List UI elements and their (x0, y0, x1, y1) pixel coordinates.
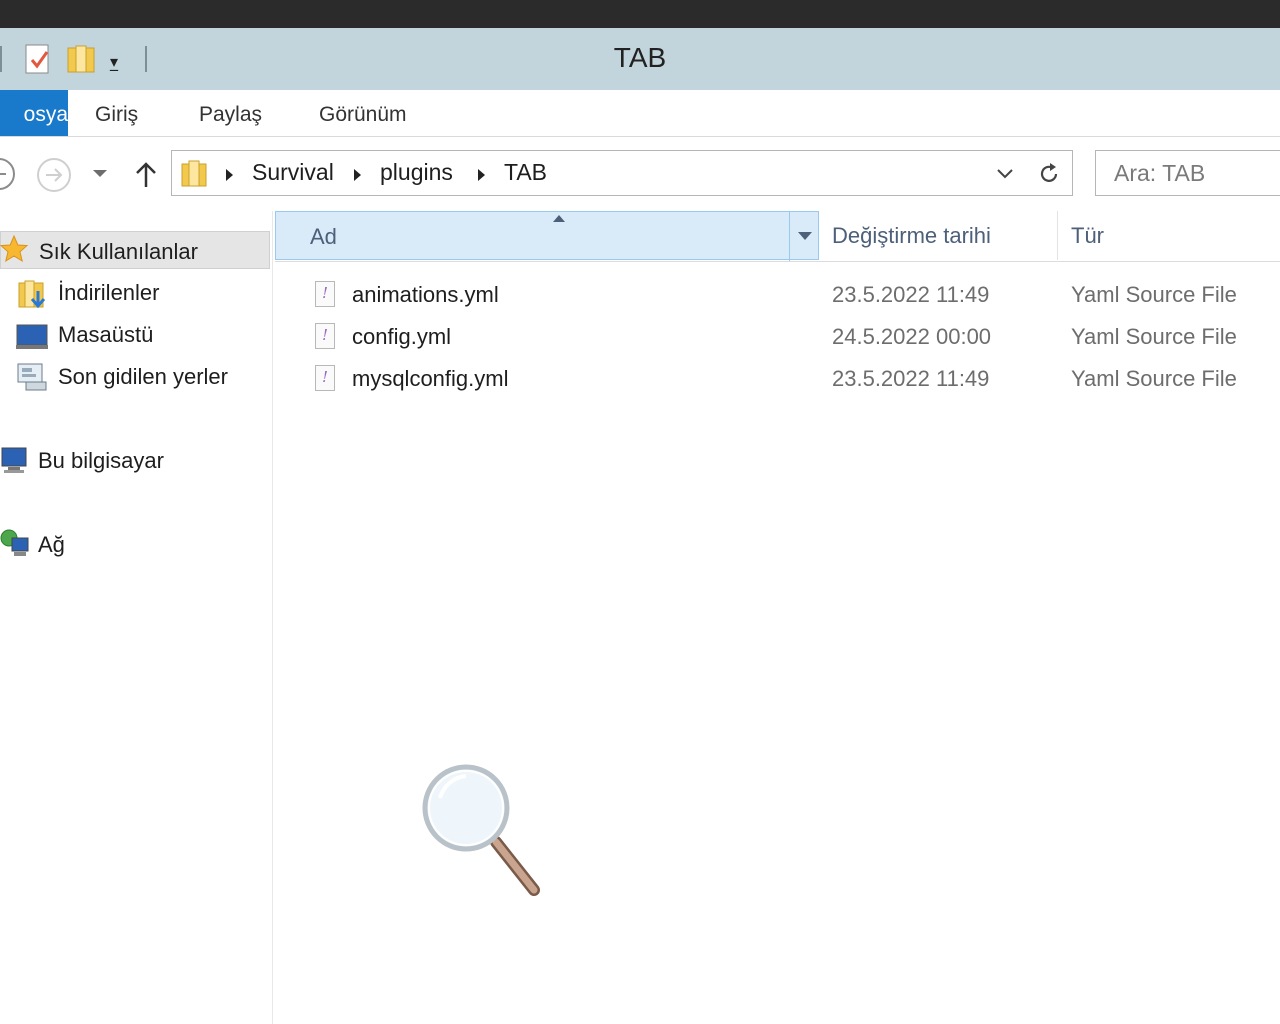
search-placeholder: Ara: TAB (1114, 160, 1206, 186)
nav-item-downloads[interactable]: İndirilenler (0, 274, 270, 312)
refresh-icon[interactable] (1036, 161, 1062, 187)
back-button[interactable] (0, 157, 16, 191)
up-button[interactable] (134, 161, 158, 189)
nav-item-recent-places[interactable]: Son gidilen yerler (0, 358, 270, 396)
breadcrumb-survival[interactable]: Survival (252, 159, 334, 186)
breadcrumb-tab[interactable]: TAB (504, 159, 547, 186)
file-type: Yaml Source File (1071, 282, 1237, 307)
nav-label: Sık Kullanılanlar (39, 239, 198, 264)
yaml-file-icon (315, 281, 335, 307)
nav-label: Masaüstü (58, 322, 154, 347)
downloads-folder-icon (18, 280, 46, 309)
breadcrumb-separator-icon[interactable] (478, 169, 485, 181)
file-name: config.yml (352, 324, 452, 349)
file-type: Yaml Source File (1071, 324, 1237, 349)
column-header-date[interactable]: Değiştirme tarihi (820, 211, 1058, 260)
navigation-bar: Survival plugins TAB Ara: TAB (0, 137, 1280, 211)
desktop-icon (16, 324, 48, 349)
computer-icon (1, 447, 27, 473)
column-header-type[interactable]: Tür (1059, 211, 1280, 260)
file-row[interactable]: animations.yml 23.5.2022 11:49 Yaml Sour… (275, 275, 1280, 315)
column-filter-dropdown[interactable] (789, 212, 820, 261)
column-label: Ad (310, 224, 337, 249)
folder-icon (181, 160, 207, 187)
nav-label: İndirilenler (58, 280, 160, 305)
file-type: Yaml Source File (1071, 366, 1237, 391)
nav-item-favorites[interactable]: Sık Kullanılanlar (0, 231, 270, 269)
window-title: TAB (613, 42, 667, 73)
tab-view[interactable]: Görünüm (319, 90, 407, 136)
search-input[interactable]: Ara: TAB (1095, 150, 1280, 196)
network-icon (0, 529, 29, 556)
nav-label: Ağ (38, 532, 65, 557)
star-icon (0, 234, 29, 263)
top-dark-strip (0, 0, 1280, 28)
column-label: Değiştirme tarihi (832, 223, 991, 248)
nav-label: Son gidilen yerler (58, 364, 228, 389)
recent-places-icon (17, 363, 47, 391)
file-row[interactable]: mysqlconfig.yml 23.5.2022 11:49 Yaml Sou… (275, 359, 1280, 399)
column-label: Tür (1071, 223, 1104, 248)
title-bar: ▾̲ TAB (0, 28, 1280, 91)
navigation-pane: Sık Kullanılanlar İndirilenler Masaüstü … (0, 211, 273, 1024)
column-header-row: Ad Değiştirme tarihi Tür (275, 211, 1280, 262)
yaml-file-icon (315, 365, 335, 391)
nav-label: Bu bilgisayar (38, 448, 164, 473)
column-header-name[interactable]: Ad (275, 211, 820, 261)
file-row[interactable]: config.yml 24.5.2022 00:00 Yaml Source F… (275, 317, 1280, 357)
file-date: 23.5.2022 11:49 (832, 282, 990, 307)
recent-locations-chevron-icon[interactable] (92, 169, 108, 179)
address-bar[interactable]: Survival plugins TAB (171, 150, 1073, 196)
tab-home[interactable]: Giriş (95, 90, 138, 136)
file-list: Ad Değiştirme tarihi Tür animations.yml … (275, 211, 1280, 1024)
file-name: mysqlconfig.yml (352, 366, 509, 391)
forward-button[interactable] (36, 157, 72, 193)
nav-item-desktop[interactable]: Masaüstü (0, 316, 270, 354)
sort-ascending-icon (553, 215, 565, 222)
tab-file[interactable]: osya (0, 90, 68, 136)
ribbon-tabs: osya Giriş Paylaş Görünüm (0, 90, 1280, 137)
magnifier-cursor-icon (422, 764, 540, 896)
breadcrumb-plugins[interactable]: plugins (380, 159, 453, 186)
file-name: animations.yml (352, 282, 499, 307)
address-history-chevron-icon[interactable] (996, 167, 1014, 181)
chevron-down-icon (798, 232, 812, 240)
breadcrumb-separator-icon[interactable] (226, 169, 233, 181)
file-date: 24.5.2022 00:00 (832, 324, 992, 349)
nav-item-this-pc[interactable]: Bu bilgisayar (0, 442, 270, 480)
yaml-file-icon (315, 323, 335, 349)
nav-item-network[interactable]: Ağ (0, 526, 270, 564)
file-date: 23.5.2022 11:49 (832, 366, 990, 391)
tab-share[interactable]: Paylaş (199, 90, 262, 136)
breadcrumb-separator-icon[interactable] (354, 169, 361, 181)
